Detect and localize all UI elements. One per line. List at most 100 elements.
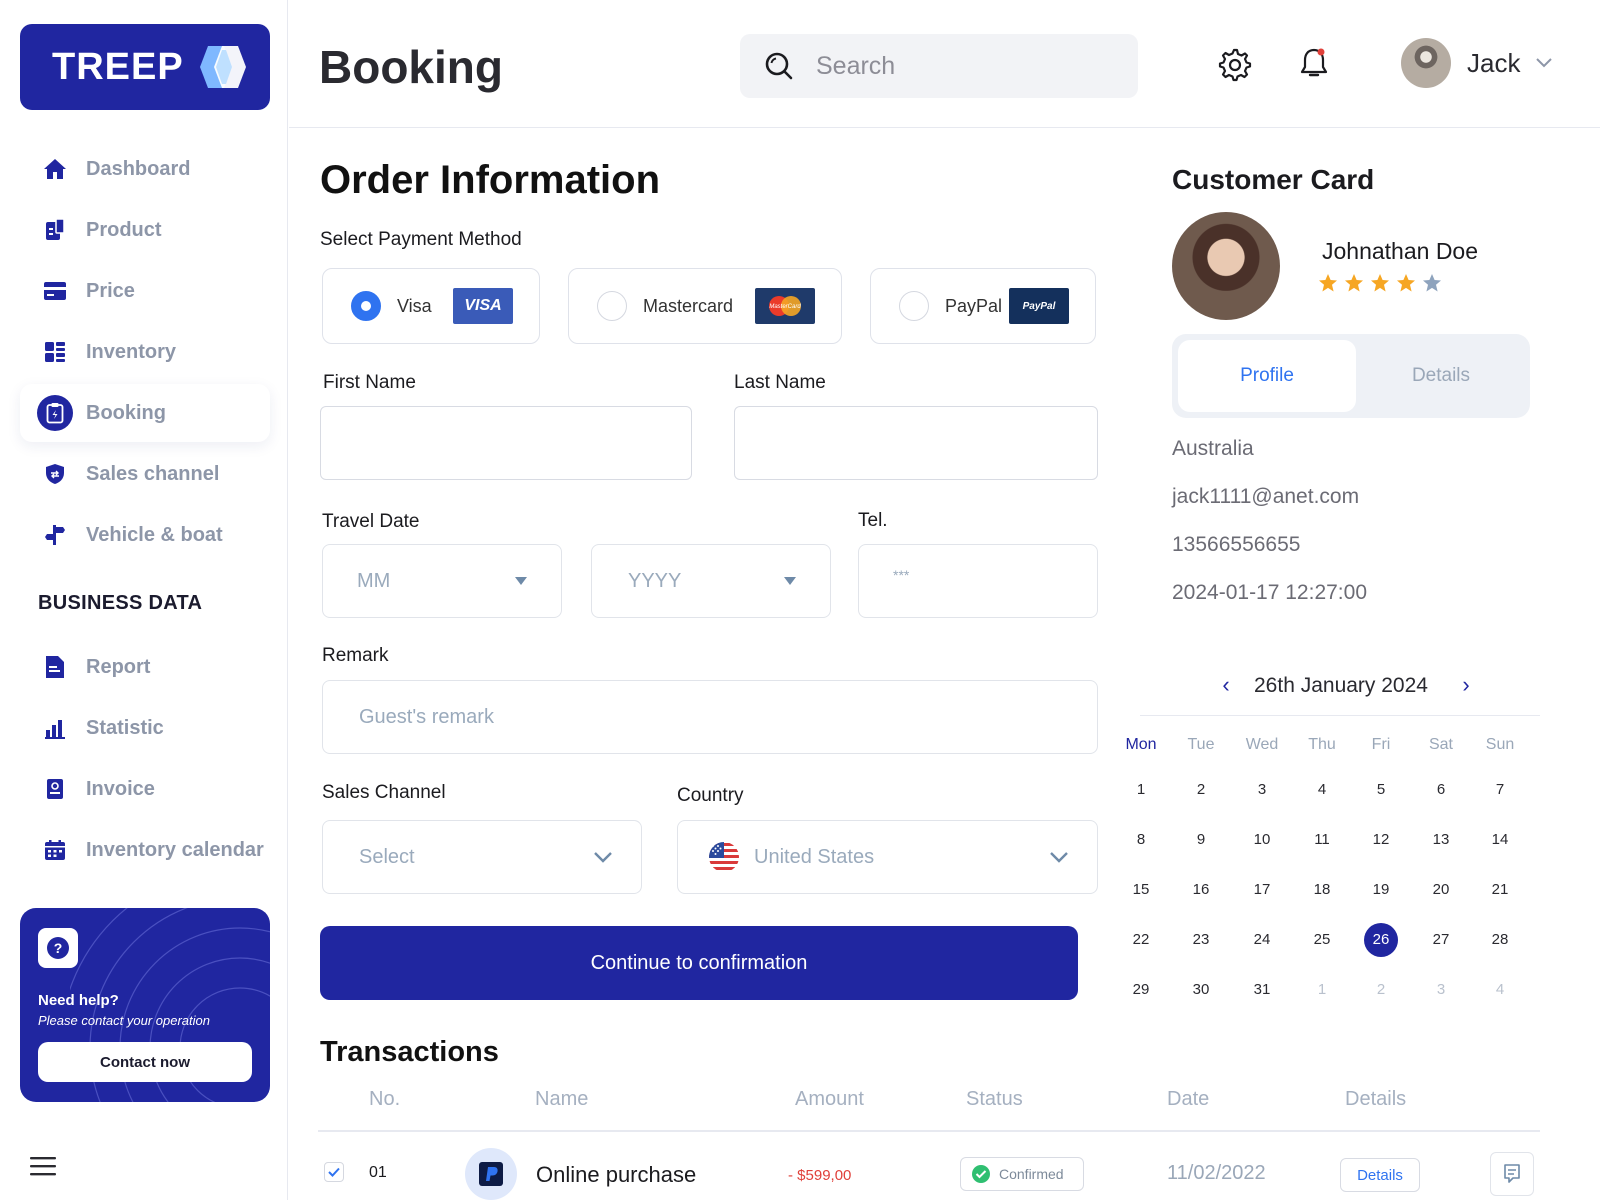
calendar-day[interactable]: 12 [1364,823,1398,857]
calendar-day[interactable]: 27 [1424,923,1458,957]
bell-icon[interactable] [1296,46,1332,82]
sidebar-item-inventory-calendar[interactable]: Inventory calendar [20,821,270,879]
year-select[interactable]: YYYY [591,544,831,618]
order-title: Order Information [320,158,661,202]
calendar-day[interactable]: 31 [1245,973,1279,1007]
calendar-prev-button[interactable]: ‹ [1216,672,1236,698]
payment-option-mastercard[interactable]: Mastercard MasterCard [568,268,842,344]
calendar-day[interactable]: 8 [1124,823,1158,857]
tel-label: Tel. [858,510,888,531]
col-date: Date [1167,1088,1210,1110]
sidebar-item-dashboard[interactable]: Dashboard [20,140,270,198]
last-name-field[interactable] [734,406,1098,480]
user-menu[interactable]: Jack [1401,38,1553,88]
calendar-day[interactable]: 20 [1424,873,1458,907]
sidebar-item-product[interactable]: Product [20,201,270,259]
sidebar-item-vehicle-boat[interactable]: Vehicle & boat [20,506,270,564]
payment-label: Mastercard [643,295,734,316]
status-badge: Confirmed [960,1157,1084,1191]
customer-name: Johnathan Doe [1322,238,1479,264]
search-box[interactable] [740,34,1138,98]
search-input[interactable] [816,51,1116,81]
calendar-day[interactable]: 1 [1124,773,1158,807]
calendar-day[interactable]: 15 [1124,873,1158,907]
calendar-day[interactable]: 24 [1245,923,1279,957]
row-checkbox[interactable] [324,1162,344,1182]
calendar-day[interactable]: 10 [1245,823,1279,857]
star-icon [1345,274,1363,292]
logo[interactable]: TREEP [20,24,270,110]
sidebar-item-invoice[interactable]: Invoice [20,760,270,818]
signpost-icon [42,522,68,548]
calendar-day[interactable]: 28 [1483,923,1517,957]
star-icon [1423,274,1441,292]
sidebar-item-price[interactable]: Price [20,262,270,320]
calendar-day[interactable]: 25 [1305,923,1339,957]
sidebar-item-report[interactable]: Report [20,638,270,696]
country-select[interactable]: United States [677,820,1098,894]
calendar-day[interactable]: 3 [1245,773,1279,807]
calendar-day[interactable]: 21 [1483,873,1517,907]
row-details-button[interactable]: Details [1340,1158,1420,1192]
sidebar-item-statistic[interactable]: Statistic [20,699,270,757]
contact-now-button[interactable]: Contact now [38,1042,252,1082]
last-name-label: Last Name [734,372,826,393]
booking-icon [37,395,73,431]
grid-icon [42,339,68,365]
sales-channel-label: Sales Channel [322,782,446,803]
year-select-value: YYYY [628,569,682,592]
payment-option-visa[interactable]: Visa VISA [322,268,540,344]
sidebar-item-inventory[interactable]: Inventory [20,323,270,381]
calendar-day[interactable]: 30 [1184,973,1218,1007]
month-select[interactable]: MM [322,544,562,618]
payment-option-paypal[interactable]: PayPal PayPal [870,268,1096,344]
calendar-day[interactable]: 6 [1424,773,1458,807]
calendar-day[interactable]: 13 [1424,823,1458,857]
calendar-day[interactable]: 1 [1305,973,1339,1007]
continue-to-confirmation-button[interactable]: Continue to confirmation [320,926,1078,1000]
calendar-day[interactable]: 9 [1184,823,1218,857]
payment-label: Visa [397,295,432,316]
calendar-day[interactable]: 3 [1424,973,1458,1007]
calendar-day[interactable]: 7 [1483,773,1517,807]
first-name-input[interactable] [321,407,691,479]
remark-field[interactable]: Guest's remark [322,680,1098,754]
customer-phone: 13566556655 [1172,533,1301,556]
calendar-day[interactable]: 4 [1305,773,1339,807]
calendar-day[interactable]: 4 [1483,973,1517,1007]
calendar-day[interactable]: 16 [1184,873,1218,907]
help-subtitle: Please contact your operation [38,1013,210,1028]
calendar-day[interactable]: 19 [1364,873,1398,907]
sidebar-item-sales-channel[interactable]: Sales channel [20,445,270,503]
sales-channel-select[interactable]: Select [322,820,642,894]
calendar-next-button[interactable]: › [1456,672,1476,698]
visa-radio[interactable] [351,291,381,321]
calendar-day[interactable]: 5 [1364,773,1398,807]
calendar-day[interactable]: 23 [1184,923,1218,957]
calendar-day[interactable]: 14 [1483,823,1517,857]
first-name-field[interactable] [320,406,692,480]
calendar-day[interactable]: 11 [1305,823,1339,857]
tab-details[interactable]: Details [1352,340,1530,412]
calendar-day[interactable]: 2 [1364,973,1398,1007]
menu-icon[interactable] [30,1156,56,1176]
weekday-label: Mon [1125,736,1157,753]
visa-logo-text: VISA [464,297,502,314]
tel-field[interactable]: *** [858,544,1098,618]
rating-stars [1318,273,1442,293]
calendar-day[interactable]: 18 [1305,873,1339,907]
calendar-day[interactable]: 26 [1364,923,1398,957]
mastercard-radio[interactable] [597,291,627,321]
gear-icon[interactable] [1216,46,1252,82]
sidebar-item-booking[interactable]: Booking [20,384,270,442]
note-button[interactable] [1490,1152,1534,1196]
remark-label: Remark [322,645,389,666]
calendar-day[interactable]: 22 [1124,923,1158,957]
paypal-radio[interactable] [899,291,929,321]
tab-profile[interactable]: Profile [1178,340,1356,412]
calendar-day[interactable]: 2 [1184,773,1218,807]
last-name-input[interactable] [735,407,1097,479]
calendar-day[interactable]: 17 [1245,873,1279,907]
paypal-icon [465,1148,517,1200]
calendar-day[interactable]: 29 [1124,973,1158,1007]
